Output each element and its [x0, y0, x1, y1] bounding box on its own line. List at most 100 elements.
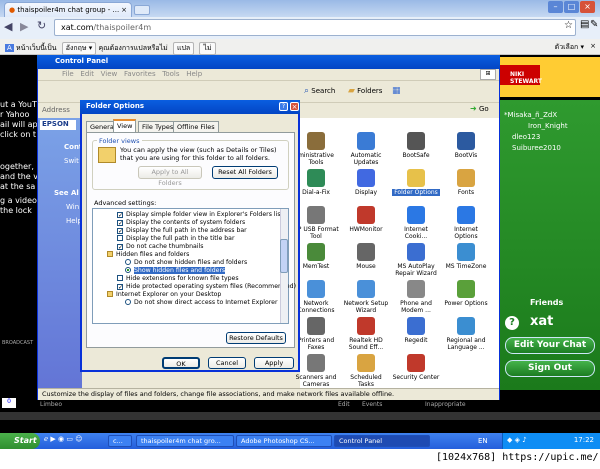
- setting-row[interactable]: ✓ Display the contents of system folders: [115, 219, 285, 227]
- control-panel-item[interactable]: ministrative Tools: [296, 132, 340, 166]
- close-tab-icon[interactable]: ×: [121, 6, 127, 14]
- help-icon[interactable]: ?: [505, 316, 519, 330]
- radio-button[interactable]: [125, 259, 131, 265]
- taskbar-item[interactable]: c...: [108, 435, 132, 447]
- start-button[interactable]: Start: [0, 433, 40, 449]
- control-panel-item[interactable]: Network Connections: [296, 280, 340, 314]
- translate-options[interactable]: ตัวเลือก ▾: [555, 42, 584, 53]
- language-indicator[interactable]: EN: [478, 437, 488, 445]
- ie-icon[interactable]: ℯ: [44, 435, 48, 443]
- control-panel-item[interactable]: MemTest: [296, 243, 340, 270]
- translate-button[interactable]: แปล: [172, 42, 195, 55]
- wrench-icon[interactable]: ✎: [590, 19, 598, 30]
- control-panel-item[interactable]: HWMonitor: [342, 206, 390, 233]
- control-panel-item[interactable]: MS TimeZone: [442, 243, 490, 270]
- task-link[interactable]: Swit: [40, 154, 86, 168]
- restore-defaults-button[interactable]: Restore Defaults: [226, 332, 286, 344]
- control-panel-item[interactable]: Internet Cooki...: [392, 206, 440, 240]
- task-link[interactable]: Contr: [40, 140, 86, 154]
- cancel-button[interactable]: Cancel: [208, 357, 246, 369]
- menu-item[interactable]: File: [62, 70, 74, 78]
- control-panel-item[interactable]: BootSafe: [392, 132, 440, 159]
- tray-icon[interactable]: ♪: [522, 436, 526, 444]
- control-panel-item[interactable]: Network Setup Wizard: [342, 280, 390, 314]
- edit-chat-button[interactable]: Edit Your Chat: [505, 337, 595, 354]
- omnibox[interactable]: xat.com/thaispoiler4m: [54, 19, 576, 36]
- user-item[interactable]: Iron_Knight: [504, 121, 568, 132]
- back-icon[interactable]: ◀: [4, 20, 12, 33]
- control-panel-item[interactable]: Realtek HD Sound Eff...: [342, 317, 390, 351]
- menu-item[interactable]: Tools: [162, 70, 179, 78]
- tray-icon[interactable]: ◆: [507, 436, 512, 444]
- control-panel-item[interactable]: Regional and Language ...: [442, 317, 490, 351]
- apply-button[interactable]: Apply: [254, 357, 294, 369]
- taskbar-item[interactable]: thaispoiler4m chat gro...: [136, 435, 234, 447]
- horizontal-scrollbar[interactable]: [0, 412, 600, 420]
- menu-item[interactable]: Help: [186, 70, 202, 78]
- control-panel-item[interactable]: Mouse: [342, 243, 390, 270]
- control-panel-item[interactable]: Regedit: [392, 317, 440, 344]
- setting-row[interactable]: Hide extensions for known file types: [115, 275, 285, 283]
- control-panel-item[interactable]: BootVis: [442, 132, 490, 159]
- setting-row[interactable]: ✓ Do not cache thumbnails: [115, 243, 285, 251]
- help-button[interactable]: ?: [279, 102, 288, 111]
- control-panel-item[interactable]: Internet Options: [442, 206, 490, 240]
- language-select[interactable]: อังกฤษ ▾: [61, 42, 97, 55]
- setting-row[interactable]: ✓ Display the full path in the address ba…: [115, 227, 285, 235]
- tray-icon[interactable]: ◈: [515, 436, 520, 444]
- reload-icon[interactable]: ↻: [37, 19, 46, 32]
- control-panel-item[interactable]: Security Center: [392, 354, 440, 381]
- control-panel-item[interactable]: Automatic Updates: [342, 132, 390, 166]
- control-panel-item[interactable]: Scheduled Tasks: [342, 354, 390, 388]
- ok-button[interactable]: OK: [162, 357, 200, 369]
- tab-view[interactable]: View: [113, 119, 137, 133]
- user-item[interactable]: Suiburee2010: [504, 143, 568, 154]
- menu-item[interactable]: Favorites: [124, 70, 156, 78]
- forward-icon[interactable]: ▶: [20, 20, 28, 33]
- bookmark-star-icon[interactable]: ☆: [564, 20, 573, 31]
- close-window-button[interactable]: ×: [580, 1, 595, 13]
- sign-out-button[interactable]: Sign Out: [505, 360, 595, 377]
- control-panel-item[interactable]: Folder Options: [392, 169, 440, 196]
- setting-row[interactable]: Hidden files and folders: [105, 251, 285, 259]
- control-panel-item[interactable]: Power Options: [442, 280, 490, 307]
- views-icon[interactable]: ▦: [392, 86, 408, 100]
- reset-all-folders-button[interactable]: Reset All Folders: [212, 166, 278, 179]
- search-button[interactable]: ⌕ Search: [304, 86, 342, 100]
- desktop-icon[interactable]: ▭: [66, 435, 73, 443]
- media-icon[interactable]: ▶: [50, 435, 55, 443]
- scrollbar-thumb[interactable]: [280, 239, 288, 273]
- control-panel-item[interactable]: Printers and Faxes: [296, 317, 340, 351]
- setting-row[interactable]: Do not show hidden files and folders: [115, 259, 285, 267]
- bottom-item[interactable]: Events: [362, 401, 382, 408]
- no-translate-button[interactable]: ไม่: [199, 42, 216, 55]
- go-button[interactable]: ➜ Go: [470, 104, 496, 116]
- setting-row[interactable]: Do not show direct access to Internet Ex…: [115, 299, 285, 307]
- maximize-button[interactable]: □: [564, 1, 579, 13]
- radio-button[interactable]: [125, 299, 131, 305]
- ad-banner[interactable]: NIKI STEWART: [500, 57, 600, 97]
- apply-to-all-folders-button[interactable]: Apply to All Folders: [138, 166, 202, 187]
- setting-row[interactable]: ✓ Display simple folder view in Explorer'…: [115, 211, 285, 219]
- control-panel-item[interactable]: Dial-a-Fix: [296, 169, 340, 196]
- chrome-icon[interactable]: ◉: [58, 435, 64, 443]
- menu-item[interactable]: View: [101, 70, 118, 78]
- bottom-item[interactable]: Limbeo: [40, 401, 62, 408]
- control-panel-item[interactable]: Display: [342, 169, 390, 196]
- user-item[interactable]: *Misaka_ñ_ZdX: [504, 110, 568, 121]
- bottom-item[interactable]: Inappropriate: [425, 401, 466, 408]
- minimize-button[interactable]: –: [548, 1, 563, 13]
- control-panel-item[interactable]: Scanners and Cameras: [296, 354, 340, 388]
- browser-tab[interactable]: ● thaispoiler4m chat group - ... ×: [4, 2, 132, 17]
- task-link[interactable]: Win: [40, 200, 86, 214]
- new-tab-button[interactable]: [134, 5, 150, 15]
- control-panel-item[interactable]: MS AutoPlay Repair Wizard: [392, 243, 440, 277]
- menu-item[interactable]: Edit: [80, 70, 94, 78]
- control-panel-item[interactable]: Fonts: [442, 169, 490, 196]
- user-item[interactable]: dleo123: [504, 132, 568, 143]
- setting-row[interactable]: ✓ Hide protected operating system files (…: [115, 283, 296, 291]
- setting-row[interactable]: Show hidden files and folders: [115, 267, 285, 275]
- close-translate-icon[interactable]: ×: [590, 42, 596, 50]
- taskbar-item[interactable]: Adobe Photoshop CS...: [236, 435, 332, 447]
- taskbar-item-active[interactable]: Control Panel: [334, 435, 430, 447]
